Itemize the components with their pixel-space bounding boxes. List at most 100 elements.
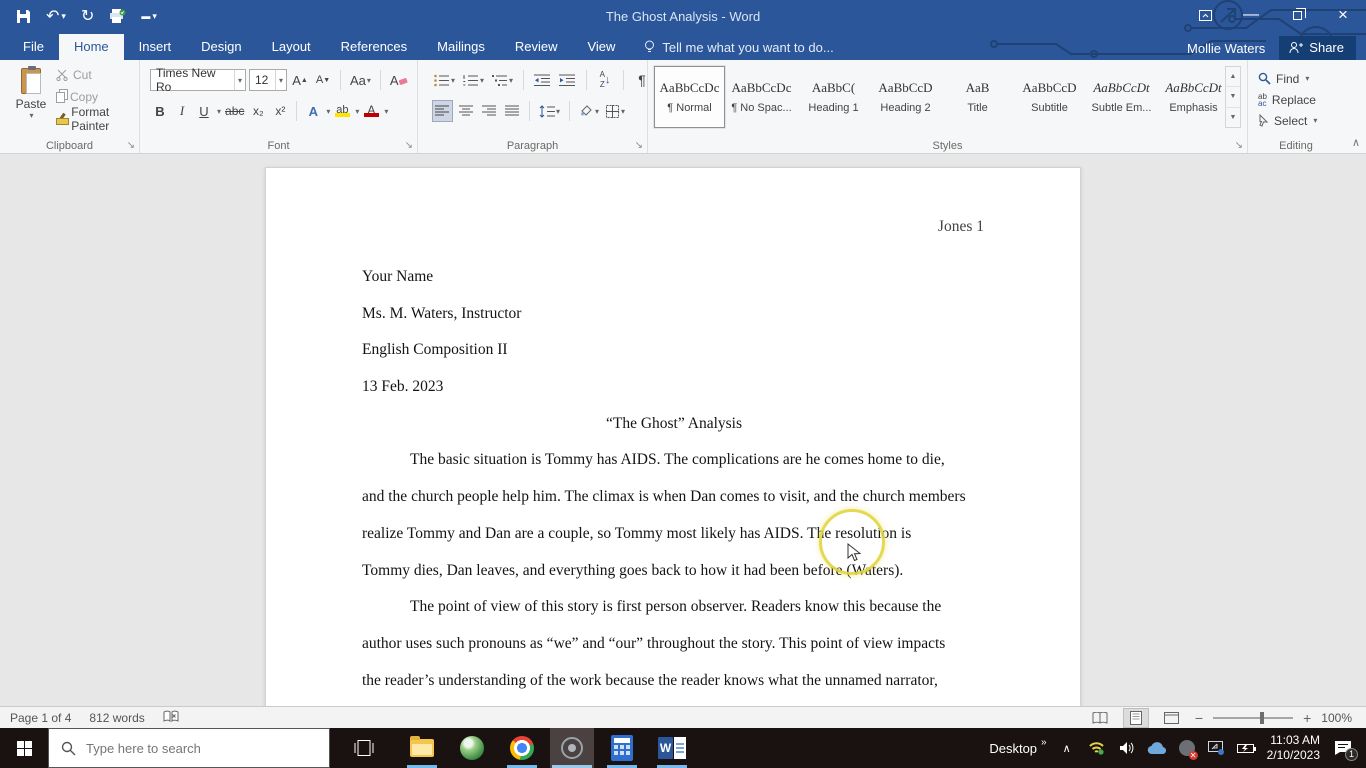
styles-scroll-down[interactable]: ▼	[1226, 87, 1240, 108]
toolbar-expand-icon[interactable]: »	[1041, 737, 1047, 748]
volume-icon[interactable]	[1117, 737, 1137, 759]
zoom-slider-thumb[interactable]	[1259, 711, 1264, 724]
account-name[interactable]: Mollie Waters	[1187, 41, 1265, 56]
redo-button[interactable]: ↻	[81, 6, 94, 26]
highlight-color-button[interactable]: ab	[332, 100, 352, 122]
chrome-button[interactable]	[500, 728, 544, 768]
grow-font-button[interactable]: A ▲	[290, 69, 310, 91]
document-page[interactable]: Jones 1 Your Name Ms. M. Waters, Instruc…	[265, 167, 1081, 706]
tab-insert[interactable]: Insert	[124, 34, 187, 60]
style-heading-1[interactable]: AaBbC(Heading 1	[798, 66, 869, 128]
style-emphasis[interactable]: AaBbCcDt Emphasis	[1158, 66, 1229, 128]
tab-design[interactable]: Design	[186, 34, 256, 60]
undo-dropdown-icon[interactable]: ▾	[61, 11, 66, 22]
read-mode-button[interactable]	[1087, 708, 1113, 728]
strikethrough-button[interactable]: abc	[223, 100, 246, 122]
style-no-spacing[interactable]: AaBbCcDc ¶ No Spac...	[726, 66, 797, 128]
network-status-icon[interactable]	[1087, 737, 1107, 759]
tab-layout[interactable]: Layout	[257, 34, 326, 60]
start-button[interactable]	[0, 728, 48, 768]
proofing-status-icon[interactable]	[163, 710, 179, 726]
doc-line[interactable]: the reader’s understanding of the work b…	[362, 663, 986, 700]
change-case-button[interactable]: Aa ▾	[348, 69, 373, 91]
sort-button[interactable]: A Z ↓	[595, 69, 615, 91]
justify-button[interactable]	[502, 100, 522, 122]
doc-line[interactable]: author uses such pronouns as “we” and “o…	[362, 626, 986, 663]
cast-status-icon[interactable]	[1207, 737, 1227, 759]
style-subtle-emphasis[interactable]: AaBbCcDt Subtle Em...	[1086, 66, 1157, 128]
battery-icon[interactable]	[1236, 737, 1257, 759]
shading-button[interactable]: ▾	[577, 100, 601, 122]
align-right-button[interactable]	[479, 100, 499, 122]
text-effects-button[interactable]: A	[303, 100, 323, 122]
word-taskbar-button[interactable]: W	[650, 728, 694, 768]
doc-line[interactable]: The point of view of this story is first…	[362, 589, 986, 626]
superscript-button[interactable]: x²	[270, 100, 290, 122]
page-indicator[interactable]: Page 1 of 4	[10, 711, 71, 725]
meet-now-icon[interactable]	[1177, 737, 1198, 760]
numbering-button[interactable]: ▾	[461, 69, 486, 91]
calculator-button[interactable]	[600, 728, 644, 768]
restore-button[interactable]	[1274, 0, 1320, 30]
styles-scroll-up[interactable]: ▲	[1226, 67, 1240, 88]
bold-button[interactable]: B	[150, 100, 170, 122]
align-left-button[interactable]	[432, 100, 453, 122]
underline-dropdown[interactable]: ▾	[217, 107, 221, 116]
taskbar-search[interactable]	[48, 728, 330, 768]
doc-line[interactable]: The basic situation is Tommy has AIDS. T…	[362, 442, 986, 479]
file-explorer-button[interactable]	[400, 728, 444, 768]
shrink-font-button[interactable]: A ▼	[313, 69, 333, 91]
decrease-indent-button[interactable]	[532, 69, 553, 91]
zoom-level[interactable]: 100%	[1321, 711, 1352, 725]
increase-indent-button[interactable]	[557, 69, 578, 91]
clear-formatting-button[interactable]: A	[388, 69, 410, 91]
web-layout-button[interactable]	[1159, 708, 1185, 728]
zoom-slider[interactable]	[1213, 711, 1294, 724]
tab-file[interactable]: File	[8, 34, 59, 60]
tab-references[interactable]: References	[326, 34, 422, 60]
search-input[interactable]	[84, 739, 304, 757]
doc-line[interactable]: 13 Feb. 2023	[362, 369, 986, 406]
doc-line[interactable]: realize Tommy and Dan are a couple, so T…	[362, 516, 986, 553]
taskbar-clock[interactable]: 11:03 AM 2/10/2023	[1267, 733, 1320, 763]
style-title[interactable]: AaB Title	[942, 66, 1013, 128]
tab-mailings[interactable]: Mailings	[422, 34, 500, 60]
tab-view[interactable]: View	[572, 34, 630, 60]
copy-button[interactable]: Copy	[56, 88, 139, 106]
replace-button[interactable]: ab ac Replace	[1248, 89, 1316, 110]
document-area[interactable]: Jones 1 Your Name Ms. M. Waters, Instruc…	[0, 155, 1366, 706]
minimize-button[interactable]: —	[1228, 0, 1274, 30]
subscript-button[interactable]: x₂	[248, 100, 268, 122]
close-button[interactable]: ×	[1320, 0, 1366, 30]
document-body[interactable]: Your Name Ms. M. Waters, Instructor Engl…	[362, 259, 986, 699]
zoom-in-button[interactable]: +	[1303, 710, 1311, 726]
bullets-button[interactable]: ▾	[432, 69, 457, 91]
app-green-globe-button[interactable]	[450, 728, 494, 768]
print-layout-button[interactable]	[1122, 707, 1149, 728]
format-painter-button[interactable]: Format Painter	[56, 105, 139, 133]
find-button[interactable]: Find ▾	[1248, 68, 1309, 89]
customize-qat-button[interactable]: ▬ ▾	[141, 11, 157, 22]
tab-home[interactable]: Home	[58, 34, 124, 60]
share-button[interactable]: Share	[1279, 36, 1356, 60]
doc-line[interactable]: and the church people help him. The clim…	[362, 479, 986, 516]
style-heading-2[interactable]: AaBbCcD Heading 2	[870, 66, 941, 128]
task-view-button[interactable]	[342, 728, 386, 768]
doc-line[interactable]: English Composition II	[362, 332, 986, 369]
zoom-out-button[interactable]: −	[1195, 710, 1203, 726]
ribbon-display-options-button[interactable]	[1182, 0, 1228, 30]
desktop-toolbar[interactable]: Desktop»	[989, 737, 1046, 756]
font-color-button[interactable]: A	[361, 100, 381, 122]
collapse-ribbon-button[interactable]: ∧	[1352, 136, 1360, 149]
onedrive-icon[interactable]	[1147, 737, 1167, 759]
font-size-combobox[interactable]: 12 ▾	[249, 69, 287, 91]
underline-button[interactable]: U	[194, 100, 214, 122]
action-center-button[interactable]: 1	[1330, 736, 1358, 761]
doc-line[interactable]: Tommy dies, Dan leaves, and everything g…	[362, 553, 986, 590]
paste-button[interactable]: Paste ▾	[8, 66, 54, 138]
line-spacing-button[interactable]: ▾	[537, 100, 562, 122]
style-normal[interactable]: AaBbCcDc ¶ Normal	[653, 65, 726, 129]
borders-button[interactable]: ▾	[604, 100, 627, 122]
screen-recorder-button[interactable]	[550, 728, 594, 768]
print-button[interactable]	[109, 8, 126, 24]
